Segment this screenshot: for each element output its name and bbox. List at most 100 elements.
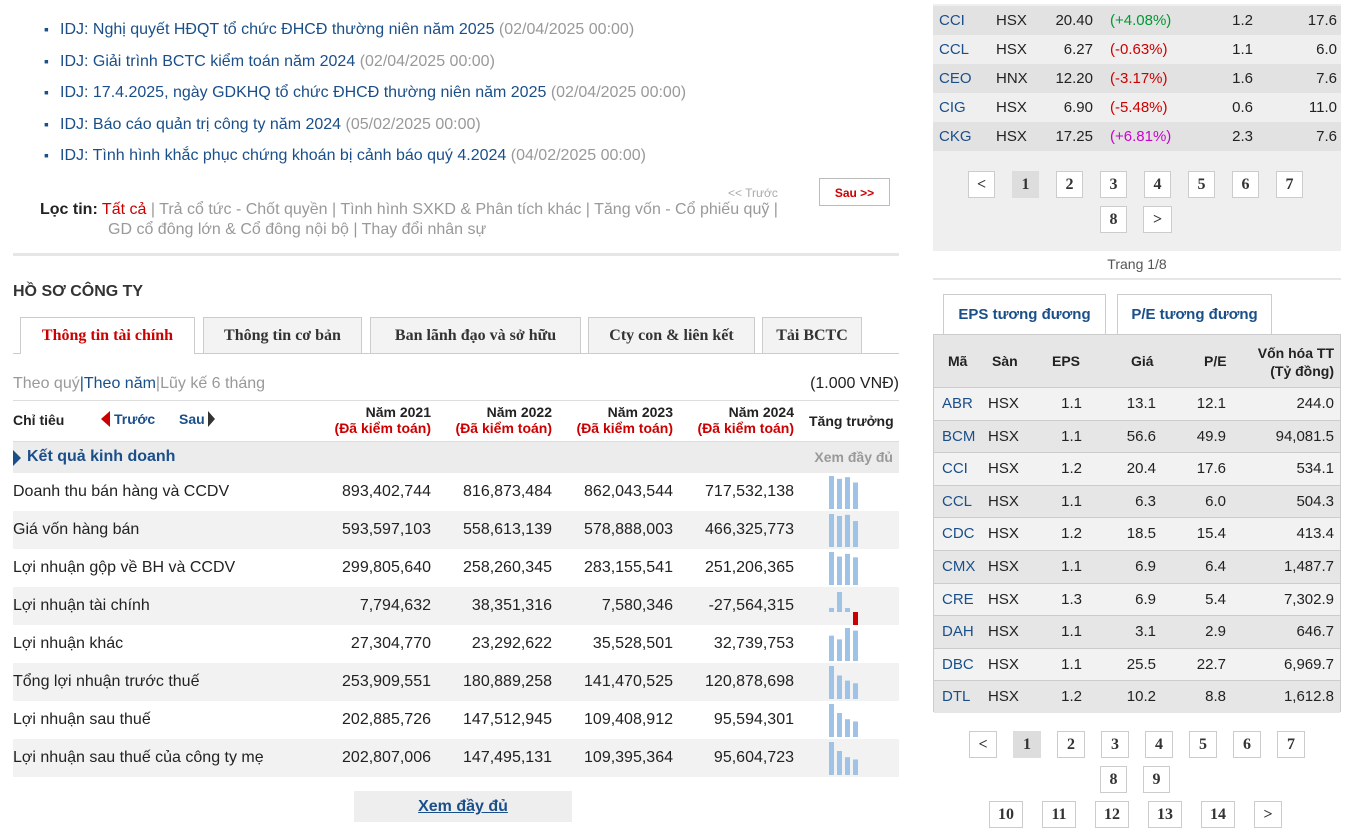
prev-page-button[interactable]: < [968, 171, 995, 198]
table-row: Lợi nhuận sau thuế 202,885,726 147,512,945… [13, 701, 899, 739]
eps-value: 1.1 [1232, 41, 1253, 58]
filter-item[interactable]: Tăng vốn - Cổ phiếu quỹ [594, 201, 769, 218]
period-ytd-link[interactable]: Lũy kế 6 tháng [160, 375, 265, 392]
ticker-link[interactable]: ABR [942, 388, 973, 420]
news-title[interactable]: IDJ: Báo cáo quản trị công ty năm 2024 [60, 116, 341, 133]
price: 12.20 [1055, 70, 1093, 87]
filter-item[interactable]: Tất cả [102, 201, 146, 218]
ticker-link[interactable]: CRE [942, 584, 974, 616]
page-button[interactable]: 2 [1056, 171, 1083, 198]
ticker-link[interactable]: DTL [942, 681, 970, 713]
filter-item[interactable]: Tình hình SXKD & Phân tích khác [340, 201, 581, 218]
ticker-link[interactable]: DAH [942, 616, 974, 648]
page-button[interactable]: 4 [1144, 171, 1171, 198]
page-button[interactable]: 8 [1100, 206, 1127, 233]
tab-eps-equivalent[interactable]: EPS tương đương [943, 294, 1106, 334]
eps-table-header: Mã Sàn EPS Giá P/E Vốn hóa TT (Tỷ đồng) [934, 335, 1340, 387]
news-item[interactable]: ▪ IDJ: Giải trình BCTC kiểm toán năm 2024… [42, 46, 902, 78]
ticker-link[interactable]: CCL [939, 35, 969, 64]
page-button[interactable]: 3 [1100, 171, 1127, 198]
news-date: (04/02/2025 00:00) [510, 147, 646, 165]
ticker-link[interactable]: CCL [942, 486, 972, 518]
page-button[interactable]: 11 [1042, 801, 1076, 828]
view-full-link[interactable]: Xem đầy đủ [814, 449, 893, 465]
next-period-button[interactable]: Sau [179, 411, 215, 427]
tab-download-reports[interactable]: Tải BCTC [762, 317, 862, 353]
page-button[interactable]: 3 [1101, 731, 1129, 758]
page-button[interactable]: 14 [1201, 801, 1235, 828]
page-button[interactable]: 7 [1277, 731, 1305, 758]
prev-period-button[interactable]: Trước [101, 411, 155, 427]
ticker-link[interactable]: CIG [939, 93, 966, 122]
news-item[interactable]: ▪ IDJ: Tình hình khắc phục chứng khoán bị… [42, 140, 902, 172]
news-title[interactable]: IDJ: Tình hình khắc phục chứng khoán bị … [60, 147, 506, 164]
news-item[interactable]: ▪ IDJ: 17.4.2025, ngày GDKHQ tổ chức ĐHCĐ… [42, 77, 902, 109]
table-row: DTL HSX 1.2 10.2 8.8 1,612.8 [934, 680, 1340, 713]
cell-value: 35,528,501 [592, 635, 673, 652]
view-full-button[interactable]: Xem đầy đủ [354, 791, 572, 822]
ticker-link[interactable]: CCI [942, 453, 968, 485]
tab-financial-info[interactable]: Thông tin tài chính [20, 317, 195, 354]
news-prev-link[interactable]: << Trước [728, 186, 778, 200]
tab-subsidiaries[interactable]: Cty con & liên kết [588, 317, 755, 353]
page-button[interactable]: 10 [989, 801, 1023, 828]
page-button[interactable]: 5 [1189, 731, 1217, 758]
row-label: Lợi nhuận tài chính [13, 597, 150, 614]
market-cap: 413.4 [1296, 525, 1334, 543]
tab-pe-equivalent[interactable]: P/E tương đương [1117, 294, 1272, 334]
page-button[interactable]: 1 [1012, 171, 1039, 198]
price: 3.1 [1135, 623, 1156, 641]
news-title[interactable]: IDJ: Giải trình BCTC kiểm toán năm 2024 [60, 53, 355, 70]
ticker-link[interactable]: CDC [942, 518, 975, 550]
tab-basic-info[interactable]: Thông tin cơ bản [203, 317, 362, 353]
ticker-link[interactable]: DBC [942, 649, 974, 681]
page-button[interactable]: 9 [1143, 766, 1170, 793]
news-title[interactable]: IDJ: Nghị quyết HĐQT tổ chức ĐHCĐ thường… [60, 21, 494, 38]
news-item[interactable]: ▪ IDJ: Báo cáo quản trị công ty năm 2024 … [42, 109, 902, 141]
exchange: HSX [988, 492, 1019, 510]
ticker-link[interactable]: CMX [942, 551, 975, 583]
price: 20.40 [1055, 12, 1093, 29]
cell-value: 23,292,622 [471, 635, 552, 652]
page-button[interactable]: 6 [1232, 171, 1259, 198]
growth-chart [829, 514, 858, 547]
next-page-button[interactable]: > [1143, 206, 1172, 233]
page-button[interactable]: 8 [1100, 766, 1127, 793]
pe-value: 6.4 [1205, 558, 1226, 575]
page-button[interactable]: 5 [1188, 171, 1215, 198]
exchange: HNX [996, 70, 1028, 87]
filter-item[interactable]: Thay đổi nhân sự [362, 221, 487, 238]
prev-page-button[interactable]: < [969, 731, 997, 758]
ticker-link[interactable]: BCM [942, 421, 975, 453]
ticker-link[interactable]: CEO [939, 64, 972, 93]
eps-value: 1.2 [1061, 460, 1082, 478]
news-date: (02/04/2025 00:00) [550, 84, 687, 102]
ticker-link[interactable]: CKG [939, 122, 972, 151]
pe-value: 22.7 [1196, 655, 1226, 673]
period-year-link[interactable]: Theo năm [84, 375, 156, 392]
table-row: CDC HSX 1.2 18.5 15.4 413.4 [934, 517, 1340, 550]
tab-management-ownership[interactable]: Ban lãnh đạo và sở hữu [370, 317, 581, 353]
page-button[interactable]: 6 [1233, 731, 1261, 758]
page-button[interactable]: 7 [1276, 171, 1303, 198]
next-page-button[interactable]: > [1254, 801, 1282, 828]
audit-label: (Đã kiểm toán) [697, 420, 794, 436]
page-button[interactable]: 4 [1145, 731, 1173, 758]
col-market-cap-label: Vốn hóa TT [1257, 345, 1334, 361]
page-button[interactable]: 2 [1057, 731, 1085, 758]
page-button[interactable]: 1 [1013, 731, 1041, 758]
cell-value: 251,206,365 [705, 559, 794, 576]
page-button[interactable]: 13 [1148, 801, 1182, 828]
news-item[interactable]: ▪ IDJ: Nghị quyết HĐQT tổ chức ĐHCĐ thườn… [42, 14, 902, 46]
news-title[interactable]: IDJ: 17.4.2025, ngày GDKHQ tổ chức ĐHCĐ … [60, 84, 546, 101]
ticker-link[interactable]: CCI [939, 6, 965, 35]
filter-item[interactable]: GD cổ đông lớn & Cổ đông nội bộ [108, 221, 349, 238]
page-button[interactable]: 12 [1095, 801, 1129, 828]
bullet-icon: ▪ [44, 21, 49, 37]
growth-header: Tăng trưởng [809, 413, 894, 429]
bullet-icon: ▪ [44, 147, 49, 164]
financial-table-header: Chỉ tiêu Trước Sau Năm 2021 (Đã kiểm toán… [13, 400, 899, 442]
period-quarter-link[interactable]: Theo quý [13, 375, 80, 392]
business-results-group[interactable]: Kết quả kinh doanh Xem đầy đủ [13, 442, 899, 473]
filter-item[interactable]: Trả cổ tức - Chốt quyền [159, 201, 327, 218]
